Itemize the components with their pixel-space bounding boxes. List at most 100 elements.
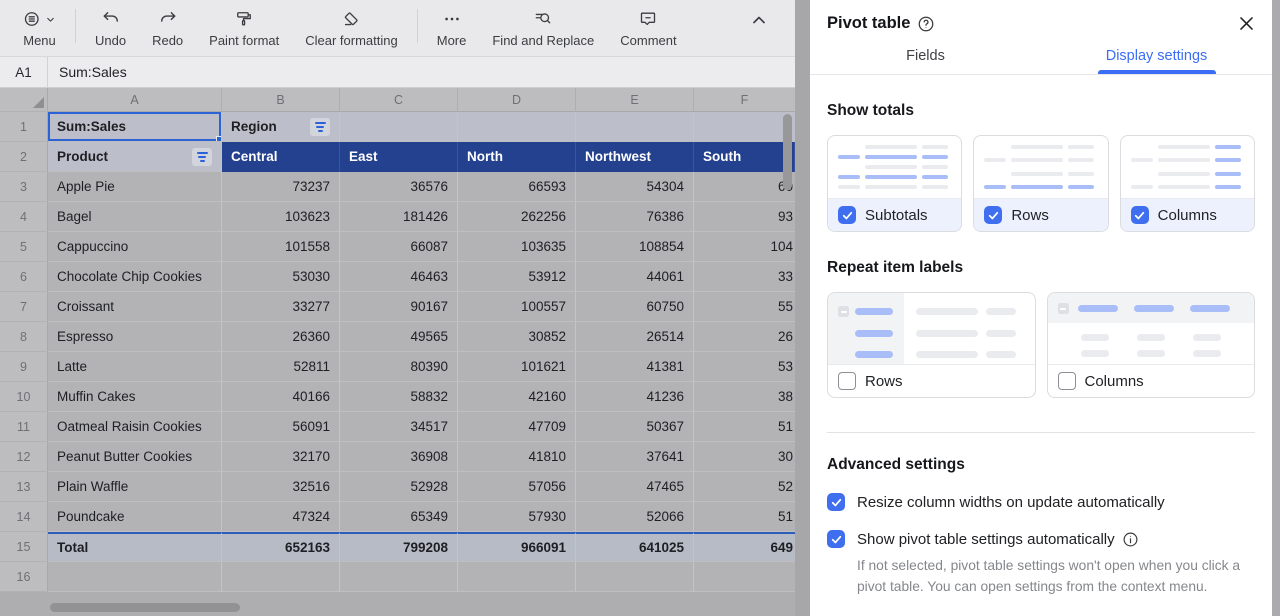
close-panel-button[interactable] <box>1237 14 1256 33</box>
card-option-columns[interactable]: Columns <box>1121 198 1254 231</box>
advanced-option-0[interactable]: Resize column widths on update automatic… <box>827 493 1255 511</box>
repeat-rows-checkbox[interactable] <box>838 372 856 390</box>
card-option-rows[interactable]: Rows <box>828 364 1035 397</box>
advanced-option-1-checkbox[interactable] <box>827 530 845 548</box>
cell-value[interactable]: 57930 <box>458 502 576 532</box>
card-rows[interactable]: Rows <box>973 135 1108 232</box>
row-header-9[interactable]: 9 <box>0 352 48 382</box>
tab-display-settings[interactable]: Display settings <box>1041 37 1272 74</box>
cell-value[interactable]: 47465 <box>576 472 694 502</box>
cell-product-name[interactable]: Plain Waffle <box>48 472 222 502</box>
cell-value[interactable]: 76386 <box>576 202 694 232</box>
region-header-north[interactable]: North <box>458 142 576 172</box>
cell-value[interactable]: 101558 <box>222 232 340 262</box>
card-columns[interactable]: Columns <box>1120 135 1255 232</box>
cell-value[interactable]: 51 <box>694 412 795 442</box>
cell-value[interactable]: 46463 <box>340 262 458 292</box>
info-circle-icon[interactable] <box>1122 531 1139 548</box>
cell-product-name[interactable]: Latte <box>48 352 222 382</box>
cell-value[interactable]: 41810 <box>458 442 576 472</box>
card-option-columns[interactable]: Columns <box>1048 364 1255 397</box>
cell-empty[interactable] <box>48 562 222 592</box>
cell-value[interactable]: 32170 <box>222 442 340 472</box>
cell-product-name[interactable]: Cappuccino <box>48 232 222 262</box>
card-subtotals[interactable]: Subtotals <box>827 135 962 232</box>
cell-value[interactable]: 47709 <box>458 412 576 442</box>
cell-value[interactable]: 66593 <box>458 172 576 202</box>
menu-button[interactable]: Menu <box>10 7 69 48</box>
cell-value[interactable]: 26360 <box>222 322 340 352</box>
cell-product-name[interactable]: Apple Pie <box>48 172 222 202</box>
cell-value[interactable]: 26514 <box>576 322 694 352</box>
advanced-option-0-checkbox[interactable] <box>827 493 845 511</box>
cell-total-value[interactable]: 799208 <box>340 532 458 562</box>
cell-value[interactable]: 34517 <box>340 412 458 442</box>
card-repeat-columns[interactable]: Columns <box>1047 292 1256 398</box>
row-header-12[interactable]: 12 <box>0 442 48 472</box>
cell-product-name[interactable]: Espresso <box>48 322 222 352</box>
cell-value[interactable]: 50367 <box>576 412 694 442</box>
cell-product-name[interactable]: Poundcake <box>48 502 222 532</box>
cell-value[interactable]: 33 <box>694 262 795 292</box>
cell-value[interactable]: 49565 <box>340 322 458 352</box>
cell-product-name[interactable]: Muffin Cakes <box>48 382 222 412</box>
cell-value[interactable]: 53030 <box>222 262 340 292</box>
cell-value[interactable]: 101621 <box>458 352 576 382</box>
subtotals-checkbox[interactable] <box>838 206 856 224</box>
cell-value[interactable]: 65349 <box>340 502 458 532</box>
cell-value[interactable]: 47324 <box>222 502 340 532</box>
cell-value[interactable]: 32516 <box>222 472 340 502</box>
cell-value[interactable]: 181426 <box>340 202 458 232</box>
cell-product-name[interactable]: Oatmeal Raisin Cookies <box>48 412 222 442</box>
row-header-14[interactable]: 14 <box>0 502 48 532</box>
cell-empty[interactable] <box>458 112 576 142</box>
row-header-1[interactable]: 1 <box>0 112 48 142</box>
cell-value[interactable]: 58832 <box>340 382 458 412</box>
cell-value[interactable]: 36576 <box>340 172 458 202</box>
cell-value[interactable]: 40166 <box>222 382 340 412</box>
cell-value[interactable]: 66087 <box>340 232 458 262</box>
region-header-east[interactable]: East <box>340 142 458 172</box>
cell-value[interactable]: 103623 <box>222 202 340 232</box>
cell-value[interactable]: 56091 <box>222 412 340 442</box>
comment-button[interactable]: Comment <box>607 7 689 48</box>
sheet-grid[interactable]: ABCDEF1Sum:SalesRegion2ProductCentralEas… <box>0 88 795 616</box>
row-header-3[interactable]: 3 <box>0 172 48 202</box>
cell-value[interactable]: 42160 <box>458 382 576 412</box>
cell-value[interactable]: 104 <box>694 232 795 262</box>
row-header-8[interactable]: 8 <box>0 322 48 352</box>
cell-value[interactable]: 52811 <box>222 352 340 382</box>
find-replace-button[interactable]: Find and Replace <box>479 7 607 48</box>
cell-total-value[interactable]: 649 <box>694 532 795 562</box>
tab-fields[interactable]: Fields <box>810 37 1041 74</box>
row-header-2[interactable]: 2 <box>0 142 48 172</box>
cell-value[interactable]: 52928 <box>340 472 458 502</box>
cell-a1-selected[interactable]: Sum:Sales <box>48 112 222 142</box>
collapse-toolbar-button[interactable] <box>749 10 769 35</box>
row-header-15[interactable]: 15 <box>0 532 48 562</box>
cell-total-value[interactable]: 641025 <box>576 532 694 562</box>
cell-region-field[interactable]: Region <box>222 112 340 142</box>
column-header-c[interactable]: C <box>340 88 458 112</box>
row-header-16[interactable]: 16 <box>0 562 48 592</box>
card-option-subtotals[interactable]: Subtotals <box>828 198 961 231</box>
cell-value[interactable]: 36908 <box>340 442 458 472</box>
row-header-13[interactable]: 13 <box>0 472 48 502</box>
column-header-d[interactable]: D <box>458 88 576 112</box>
paint-format-button[interactable]: Paint format <box>196 7 292 48</box>
cell-value[interactable]: 41236 <box>576 382 694 412</box>
filter-icon[interactable] <box>310 118 330 136</box>
cell-value[interactable]: 57056 <box>458 472 576 502</box>
cell-value[interactable]: 103635 <box>458 232 576 262</box>
rows-checkbox[interactable] <box>984 206 1002 224</box>
cell-value[interactable]: 30852 <box>458 322 576 352</box>
advanced-option-1[interactable]: Show pivot table settings automatically <box>827 530 1255 548</box>
cell-reference-box[interactable]: A1 <box>0 57 48 87</box>
filter-icon[interactable] <box>192 148 212 166</box>
cell-value[interactable]: 53912 <box>458 262 576 292</box>
region-header-central[interactable]: Central <box>222 142 340 172</box>
redo-button[interactable]: Redo <box>139 7 196 48</box>
cell-empty[interactable] <box>340 562 458 592</box>
cell-empty[interactable] <box>576 112 694 142</box>
formula-input[interactable]: Sum:Sales <box>48 57 127 87</box>
